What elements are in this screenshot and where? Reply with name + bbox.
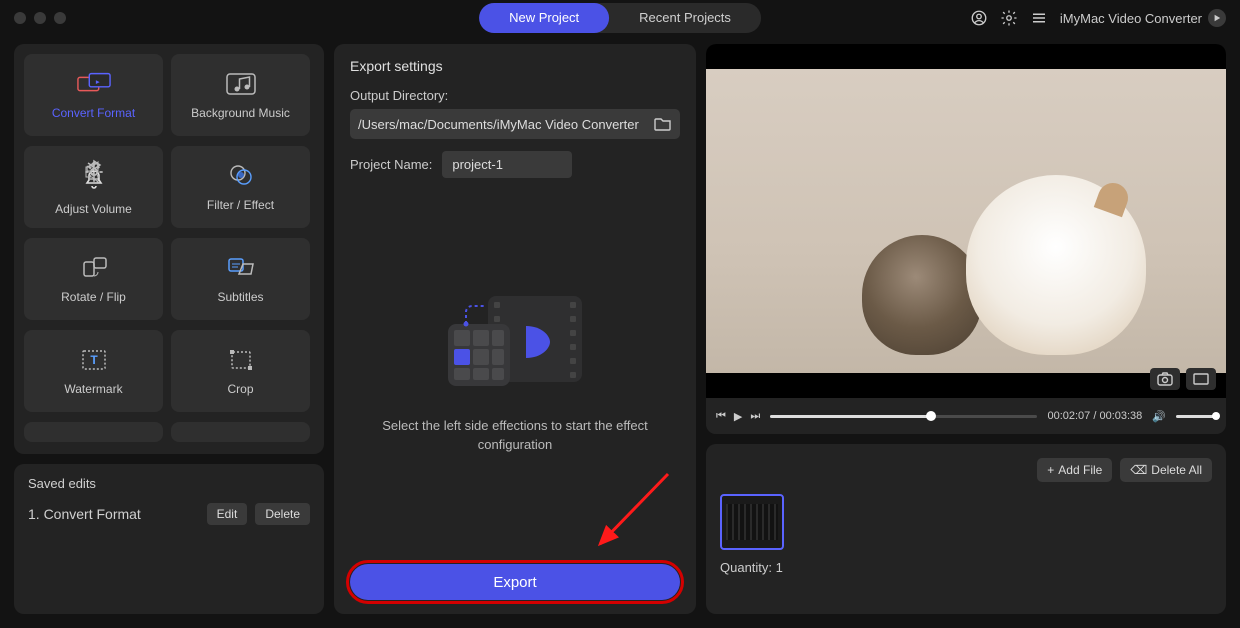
- next-button[interactable]: ⏭: [750, 410, 760, 423]
- video-preview[interactable]: [706, 44, 1226, 398]
- project-name-input[interactable]: [442, 151, 572, 178]
- convert-icon: [77, 70, 111, 98]
- music-icon: [224, 70, 258, 98]
- delete-button[interactable]: Delete: [255, 503, 310, 525]
- rotate-icon: [77, 254, 111, 282]
- effect-convert-format[interactable]: Convert Format: [24, 54, 163, 136]
- volume-icon: [77, 158, 111, 186]
- minimize-icon[interactable]: [34, 12, 46, 24]
- output-dir-label: Output Directory:: [350, 88, 680, 103]
- play-badge-icon: [1208, 9, 1226, 27]
- preview-panel: ⏮ ▶ ⏭ 00:02:07 / 00:03:38 🔊: [706, 44, 1226, 434]
- close-icon[interactable]: [14, 12, 26, 24]
- snapshot-button[interactable]: [1150, 368, 1180, 390]
- play-button[interactable]: ▶: [734, 410, 742, 423]
- project-name-label: Project Name:: [350, 157, 432, 172]
- tab-recent-projects[interactable]: Recent Projects: [609, 3, 761, 33]
- effect-watermark[interactable]: T Watermark: [24, 330, 163, 412]
- account-icon[interactable]: [970, 9, 988, 27]
- output-dir-field[interactable]: /Users/mac/Documents/iMyMac Video Conver…: [350, 109, 680, 139]
- add-file-button[interactable]: +Add File: [1037, 458, 1112, 482]
- tab-new-project[interactable]: New Project: [479, 3, 609, 33]
- subtitles-icon: [224, 254, 258, 282]
- time-display: 00:02:07 / 00:03:38: [1047, 410, 1142, 422]
- effect-more-2[interactable]: [171, 422, 310, 442]
- svg-text:T: T: [90, 353, 98, 367]
- export-hint: Select the left side effections to start…: [350, 416, 680, 455]
- export-illustration: Select the left side effections to start…: [350, 178, 680, 564]
- crop-icon: [224, 346, 258, 374]
- effects-panel: Convert Format Background Music Adjust V…: [14, 44, 324, 454]
- effect-background-music[interactable]: Background Music: [171, 54, 310, 136]
- window-controls: [14, 12, 66, 24]
- export-heading: Export settings: [350, 58, 680, 74]
- effect-crop[interactable]: Crop: [171, 330, 310, 412]
- titlebar: New Project Recent Projects iMyMac Video…: [0, 0, 1240, 36]
- volume-slider[interactable]: [1176, 415, 1216, 418]
- watermark-icon: T: [77, 346, 111, 374]
- effect-adjust-volume[interactable]: Adjust Volume: [24, 146, 163, 228]
- volume-icon[interactable]: 🔊: [1152, 410, 1166, 423]
- folder-icon[interactable]: [654, 116, 672, 132]
- project-tabs: New Project Recent Projects: [479, 3, 761, 33]
- export-settings-panel: Export settings Output Directory: /Users…: [334, 44, 696, 614]
- fullscreen-button[interactable]: [1186, 368, 1216, 390]
- timeline-slider[interactable]: [770, 415, 1037, 418]
- quantity-label: Quantity: 1: [720, 560, 1212, 575]
- menu-icon[interactable]: [1030, 9, 1048, 27]
- effect-filter[interactable]: Filter / Effect: [171, 146, 310, 228]
- saved-edit-row: 1. Convert Format Edit Delete: [28, 503, 310, 525]
- saved-edits-title: Saved edits: [28, 476, 310, 491]
- effect-rotate-flip[interactable]: Rotate / Flip: [24, 238, 163, 320]
- zoom-icon[interactable]: [54, 12, 66, 24]
- settings-icon[interactable]: [1000, 9, 1018, 27]
- export-button[interactable]: Export: [350, 564, 680, 600]
- playback-bar: ⏮ ▶ ⏭ 00:02:07 / 00:03:38 🔊: [706, 398, 1226, 434]
- effect-more-1[interactable]: [24, 422, 163, 442]
- delete-all-button[interactable]: ⌫Delete All: [1120, 458, 1212, 482]
- saved-edits-panel: Saved edits 1. Convert Format Edit Delet…: [14, 464, 324, 614]
- prev-button[interactable]: ⏮: [716, 410, 726, 423]
- edit-button[interactable]: Edit: [207, 503, 248, 525]
- app-title: iMyMac Video Converter: [1060, 9, 1226, 27]
- saved-edit-label: 1. Convert Format: [28, 506, 199, 522]
- files-panel: +Add File ⌫Delete All Quantity: 1: [706, 444, 1226, 614]
- file-thumbnail[interactable]: [720, 494, 784, 550]
- filter-icon: [224, 162, 258, 190]
- effect-subtitles[interactable]: Subtitles: [171, 238, 310, 320]
